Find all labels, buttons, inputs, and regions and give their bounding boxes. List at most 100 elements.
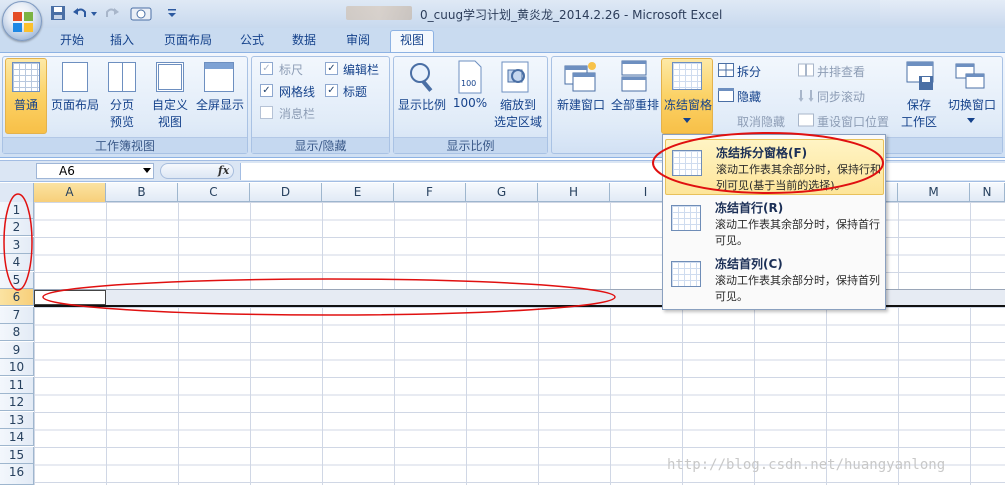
arrange-all-icon	[621, 60, 647, 92]
row-header[interactable]: 7	[0, 307, 34, 324]
switch-windows-button[interactable]: 切换窗口	[944, 96, 1000, 113]
tab-view[interactable]: 视图	[390, 30, 434, 52]
save-workspace-button[interactable]: 保存	[896, 96, 942, 113]
zoom-button[interactable]: 显示比例	[396, 96, 448, 113]
undo-icon[interactable]	[72, 5, 88, 21]
hide-window-button[interactable]: 隐藏	[737, 88, 761, 105]
full-screen-icon	[204, 62, 234, 92]
save-icon[interactable]	[50, 5, 66, 21]
row-header[interactable]: 10	[0, 359, 34, 376]
message-bar-checkbox[interactable]	[260, 106, 273, 119]
function-icon[interactable]: fx	[218, 164, 229, 177]
blurred-region	[346, 6, 412, 20]
menu-item-title: 冻结首行(R)	[715, 201, 784, 215]
custom-views-button[interactable]: 自定义	[148, 96, 192, 113]
custom-views-label-2: 视图	[157, 115, 182, 129]
page-layout-view-icon	[62, 62, 88, 92]
zoom-to-selection-icon	[501, 61, 529, 93]
row-header[interactable]: 3	[0, 237, 34, 254]
active-cell[interactable]	[34, 290, 106, 305]
chevron-down-icon	[967, 118, 975, 123]
office-logo-icon	[13, 12, 33, 32]
reset-window-position-button[interactable]: 重设窗口位置	[817, 113, 889, 130]
page-layout-view-button[interactable]: 页面布局	[48, 96, 102, 113]
row-header[interactable]: 14	[0, 429, 34, 446]
menu-freeze-top-row[interactable]: 冻结首行(R) 滚动工作表其余部分时，保持首行可见。	[665, 195, 884, 251]
row-header[interactable]: 16	[0, 464, 34, 485]
message-bar-label: 消息栏	[279, 107, 316, 121]
name-box[interactable]: A6	[36, 163, 154, 179]
freeze-panes-menu: 冻结拆分窗格(F) 滚动工作表其余部分时，保持行和列可见(基于当前的选择)。 冻…	[662, 134, 886, 310]
column-header[interactable]: A	[34, 183, 106, 202]
column-header[interactable]: M	[898, 183, 970, 202]
group-label-show-hide: 显示/隐藏	[252, 137, 389, 153]
ruler-checkbox[interactable]: ✓	[260, 62, 273, 75]
tab-data[interactable]: 数据	[284, 31, 324, 52]
column-header[interactable]: E	[322, 183, 394, 202]
new-window-button[interactable]: 新建窗口	[555, 96, 607, 113]
tab-home[interactable]: 开始	[52, 31, 92, 52]
side-by-side-icon	[798, 63, 814, 77]
unhide-window-button[interactable]: 取消隐藏	[737, 113, 785, 130]
row-header[interactable]: 13	[0, 412, 34, 429]
camera-icon[interactable]	[130, 5, 152, 21]
column-header[interactable]: C	[178, 183, 250, 202]
formula-input[interactable]	[240, 163, 1005, 180]
column-header[interactable]: G	[466, 183, 538, 202]
reset-window-position-icon	[798, 113, 814, 127]
zoom-to-selection-label-2: 选定区域	[493, 115, 542, 129]
gridlines-label: 网格线	[279, 85, 316, 99]
freeze-panes-label: 冻结窗格	[663, 98, 712, 112]
row-header[interactable]: 9	[0, 342, 34, 359]
formula-bar-checkbox[interactable]: ✓	[325, 62, 338, 75]
select-all-corner[interactable]	[0, 183, 34, 202]
headings-label: 标题	[343, 85, 368, 99]
tab-formulas[interactable]: 公式	[232, 31, 272, 52]
row-header[interactable]: 6	[0, 289, 34, 306]
row-header[interactable]: 5	[0, 272, 34, 289]
headings-checkbox[interactable]: ✓	[325, 84, 338, 97]
split-button[interactable]: 拆分	[737, 63, 761, 80]
undo-dropdown-icon[interactable]	[90, 5, 98, 21]
tab-page-layout[interactable]: 页面布局	[156, 31, 220, 52]
sync-scroll-button[interactable]: 同步滚动	[817, 88, 865, 105]
customize-icon[interactable]	[166, 5, 178, 21]
sync-scroll-icon	[798, 90, 814, 102]
row-header[interactable]: 11	[0, 377, 34, 394]
menu-item-title: 冻结拆分窗格(F)	[716, 146, 808, 160]
gridlines-checkbox[interactable]: ✓	[260, 84, 273, 97]
tab-review[interactable]: 审阅	[336, 31, 380, 52]
column-header[interactable]: D	[250, 183, 322, 202]
save-workspace-icon	[906, 61, 934, 90]
column-header[interactable]: F	[394, 183, 466, 202]
row-header[interactable]: 8	[0, 324, 34, 341]
new-window-icon	[564, 62, 596, 92]
row-header[interactable]: 15	[0, 447, 34, 464]
side-by-side-button[interactable]: 并排查看	[817, 63, 865, 80]
zoom-100-button[interactable]: 100%	[450, 96, 490, 110]
arrange-all-button[interactable]: 全部重排	[608, 96, 662, 113]
normal-view-label: 普通	[13, 98, 38, 112]
freeze-panes-icon	[672, 62, 702, 90]
full-screen-button[interactable]: 全屏显示	[193, 96, 247, 113]
menu-freeze-first-column[interactable]: 冻结首列(C) 滚动工作表其余部分时，保持首列可见。	[665, 251, 884, 307]
office-button[interactable]	[2, 1, 42, 41]
chevron-down-icon[interactable]	[143, 168, 151, 174]
zoom-to-selection-button[interactable]: 缩放到	[492, 96, 544, 113]
menu-item-title: 冻结首列(C)	[715, 257, 783, 271]
hide-window-icon	[718, 88, 734, 102]
row-header[interactable]: 2	[0, 219, 34, 236]
row-header[interactable]: 1	[0, 202, 34, 219]
window-controls	[880, 0, 1005, 26]
column-header[interactable]: B	[106, 183, 178, 202]
menu-item-description: 滚动工作表其余部分时，保持首行可见。	[715, 218, 880, 247]
page-break-preview-button[interactable]: 分页	[103, 96, 141, 113]
tab-insert[interactable]: 插入	[102, 31, 142, 52]
column-header[interactable]: H	[538, 183, 610, 202]
row-header[interactable]: 4	[0, 254, 34, 271]
svg-text:100: 100	[461, 79, 476, 88]
menu-freeze-panes[interactable]: 冻结拆分窗格(F) 滚动工作表其余部分时，保持行和列可见(基于当前的选择)。	[665, 139, 884, 195]
row-header[interactable]: 12	[0, 394, 34, 411]
redo-icon[interactable]	[104, 5, 120, 21]
column-header[interactable]: N	[970, 183, 1005, 202]
